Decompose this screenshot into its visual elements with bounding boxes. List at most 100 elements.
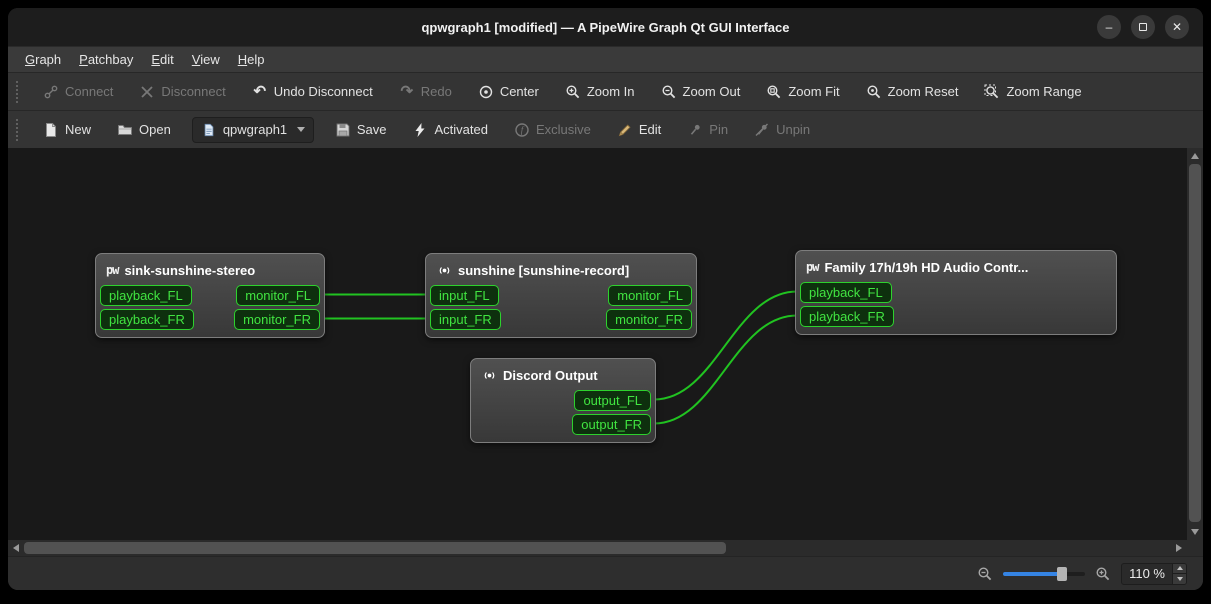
zoom-range-button[interactable]: Zoom Range: [975, 79, 1090, 105]
scroll-right-button[interactable]: [1171, 540, 1187, 556]
open-button[interactable]: Open: [108, 117, 180, 143]
center-button[interactable]: Center: [469, 79, 548, 105]
disconnect-button[interactable]: Disconnect: [130, 79, 234, 105]
menu-help[interactable]: Help: [229, 47, 274, 72]
node-sink-sunshine-stereo[interactable]: pw sink-sunshine-stereo playback_FL moni…: [95, 253, 325, 338]
triangle-down-icon: [1176, 576, 1183, 581]
zoom-slider[interactable]: [1003, 566, 1086, 582]
zoom-slider-fill: [1003, 571, 1063, 576]
maximize-button[interactable]: [1131, 15, 1155, 39]
zoom-out-button[interactable]: Zoom Out: [652, 79, 750, 105]
close-icon: ✕: [1171, 20, 1183, 34]
unpin-button[interactable]: Unpin: [745, 117, 819, 143]
zoom-in-icon[interactable]: [1095, 566, 1111, 582]
horizontal-scrollbar[interactable]: [8, 540, 1187, 556]
node-discord-output[interactable]: Discord Output output_FL output_FR: [470, 358, 656, 443]
toolbar-drag-handle[interactable]: [16, 80, 22, 103]
port-out[interactable]: monitor_FL: [608, 285, 692, 306]
vertical-scroll-handle[interactable]: [1189, 164, 1201, 522]
node-header[interactable]: Discord Output: [471, 359, 655, 387]
zoom-slider-handle[interactable]: [1057, 566, 1068, 581]
port-in[interactable]: input_FL: [430, 285, 499, 306]
port-in[interactable]: playback_FR: [100, 309, 194, 330]
zoom-reset-label: Zoom Reset: [887, 84, 959, 99]
new-label: New: [65, 122, 92, 137]
edit-label: Edit: [638, 122, 662, 137]
graph-canvas[interactable]: pw sink-sunshine-stereo playback_FL moni…: [8, 148, 1187, 540]
spin-arrows: [1172, 563, 1186, 584]
patchbay-file-combo[interactable]: qpwgraph1: [191, 116, 314, 143]
connect-label: Connect: [65, 84, 114, 99]
zoom-fit-button[interactable]: Zoom Fit: [757, 79, 848, 105]
edit-button[interactable]: Edit: [608, 117, 670, 143]
zoom-value[interactable]: 110 %: [1122, 564, 1172, 584]
disconnect-icon: [139, 84, 155, 100]
port-out[interactable]: monitor_FR: [606, 309, 692, 330]
horizontal-scroll-handle[interactable]: [24, 542, 726, 554]
undo-disconnect-label: Undo Disconnect: [273, 84, 373, 99]
scroll-up-button[interactable]: [1187, 148, 1203, 164]
undo-disconnect-button[interactable]: ↶ Undo Disconnect: [243, 79, 382, 105]
redo-icon: ↷: [400, 82, 414, 100]
scrollbar-corner: [1187, 540, 1203, 556]
pipewire-icon: pw: [806, 260, 819, 274]
activated-toggle[interactable]: Activated: [403, 117, 496, 143]
node-family-hd-audio[interactable]: pw Family 17h/19h HD Audio Contr... play…: [795, 250, 1117, 335]
menu-patchbay[interactable]: Patchbay: [70, 47, 142, 72]
port-out[interactable]: monitor_FL: [236, 285, 320, 306]
save-button[interactable]: Save: [326, 117, 396, 143]
scroll-left-button[interactable]: [8, 540, 24, 556]
scroll-down-button[interactable]: [1187, 524, 1203, 540]
port-in[interactable]: input_FR: [430, 309, 501, 330]
undo-icon: ↶: [253, 82, 267, 100]
redo-label: Redo: [420, 84, 452, 99]
port-out[interactable]: output_FR: [572, 414, 651, 435]
connect-button[interactable]: Connect: [34, 79, 122, 105]
pencil-icon: [617, 122, 633, 138]
open-label: Open: [139, 122, 171, 137]
port-in[interactable]: playback_FL: [800, 282, 892, 303]
zoom-in-button[interactable]: Zoom In: [556, 79, 644, 105]
spin-down-button[interactable]: [1173, 573, 1186, 584]
zoom-range-label: Zoom Range: [1006, 84, 1082, 99]
menu-edit[interactable]: Edit: [142, 47, 182, 72]
port-out[interactable]: output_FL: [574, 390, 651, 411]
menu-graph[interactable]: Graph: [16, 47, 70, 72]
toolbar-drag-handle[interactable]: [16, 118, 22, 141]
node-header[interactable]: sunshine [sunshine-record]: [426, 254, 696, 282]
new-button[interactable]: New: [34, 117, 100, 143]
titlebar[interactable]: qpwgraph1 [modified] — A PipeWire Graph …: [8, 8, 1203, 46]
connection-edges-layer: [322, 290, 798, 425]
menu-view[interactable]: View: [183, 47, 229, 72]
pin-button[interactable]: Pin: [678, 117, 737, 143]
triangle-up-icon: [1176, 566, 1183, 571]
zoom-spinbox[interactable]: 110 %: [1121, 562, 1187, 585]
spin-up-button[interactable]: [1173, 563, 1186, 573]
minimize-button[interactable]: –: [1097, 15, 1121, 39]
port-in[interactable]: playback_FR: [800, 306, 894, 327]
close-button[interactable]: ✕: [1165, 15, 1189, 39]
zoom-in-label: Zoom In: [586, 84, 635, 99]
port-out[interactable]: monitor_FR: [234, 309, 320, 330]
zoom-in-icon: [565, 84, 581, 100]
lightning-bolt-icon: [412, 122, 428, 138]
app-window: qpwgraph1 [modified] — A PipeWire Graph …: [8, 8, 1203, 590]
node-header[interactable]: pw sink-sunshine-stereo: [96, 254, 324, 282]
window-title: qpwgraph1 [modified] — A PipeWire Graph …: [421, 19, 790, 35]
node-sunshine-record[interactable]: sunshine [sunshine-record] input_FL moni…: [425, 253, 697, 338]
pin-label: Pin: [709, 122, 729, 137]
exclusive-label: Exclusive: [535, 122, 591, 137]
center-icon: [478, 84, 494, 100]
zoom-reset-button[interactable]: Zoom Reset: [857, 79, 968, 105]
zoom-out-icon[interactable]: [977, 566, 993, 582]
pin-icon: [687, 122, 703, 138]
exclusive-toggle[interactable]: f Exclusive: [505, 117, 600, 143]
toolbar-graph: Connect Disconnect ↶ Undo Disconnect ↷ R…: [8, 72, 1203, 110]
redo-button[interactable]: ↷ Redo: [390, 79, 461, 105]
node-header[interactable]: pw Family 17h/19h HD Audio Contr...: [796, 251, 1116, 279]
port-in[interactable]: playback_FL: [100, 285, 192, 306]
vertical-scrollbar[interactable]: [1187, 148, 1203, 540]
save-icon: [335, 122, 351, 138]
center-label: Center: [499, 84, 539, 99]
zoom-range-icon: [984, 84, 1000, 100]
